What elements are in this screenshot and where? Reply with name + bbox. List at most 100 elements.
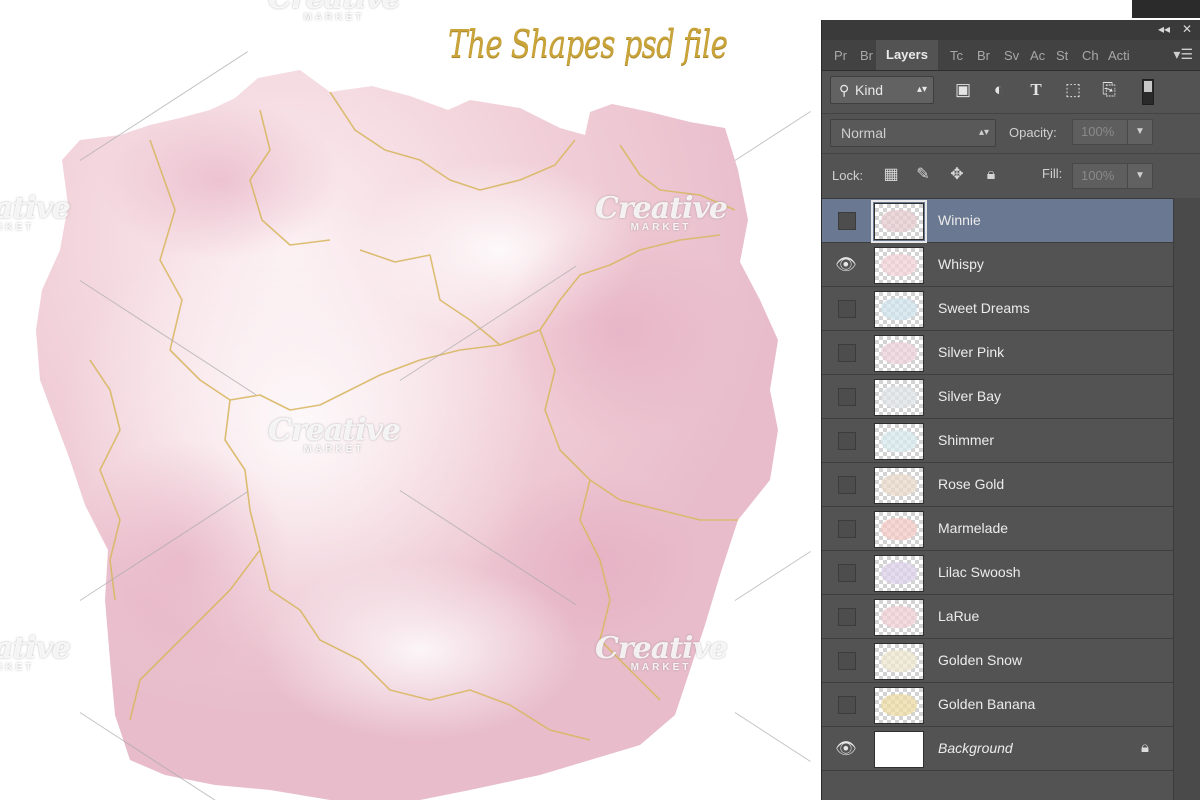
layer-thumbnail[interactable]	[874, 423, 924, 460]
lock-icon: 🔒︎	[1141, 739, 1149, 756]
layer-row[interactable]: Shimmer	[822, 419, 1173, 463]
opacity-input[interactable]: 100%	[1072, 119, 1128, 145]
document-canvas[interactable]: The Shapes psd file Creative MARKET Creat…	[0, 0, 820, 800]
layer-name[interactable]: Lilac Swoosh	[938, 564, 1021, 580]
tab-tool-presets[interactable]: Tc	[950, 48, 963, 63]
document-title-text: The Shapes psd file	[448, 22, 728, 66]
layer-row[interactable]: Lilac Swoosh	[822, 551, 1173, 595]
shape-filter-icon[interactable]: ⬚	[1062, 79, 1084, 101]
lock-label: Lock:	[832, 168, 864, 183]
layer-visibility-toggle[interactable]	[822, 331, 870, 374]
watermark: CreativeMARKET	[268, 0, 401, 23]
layer-name[interactable]: Silver Bay	[938, 388, 1001, 404]
layer-thumbnail[interactable]	[874, 247, 924, 284]
layer-visibility-toggle[interactable]: 👁︎	[822, 727, 870, 770]
tab-layers[interactable]: Layers	[876, 40, 938, 70]
layer-row[interactable]: Rose Gold	[822, 463, 1173, 507]
layer-row[interactable]: Golden Banana	[822, 683, 1173, 727]
tab-brush-presets[interactable]: Br	[977, 48, 990, 63]
blend-row: Normal ▴▾ Opacity: 100% ▼	[822, 113, 1200, 152]
adjustment-filter-icon[interactable]: ◐	[988, 79, 1010, 101]
tab-brushes[interactable]: Br	[860, 48, 873, 63]
layer-thumbnail[interactable]	[874, 291, 924, 328]
close-panel-button[interactable]: ✕	[1182, 22, 1192, 36]
layer-name[interactable]: Winnie	[938, 212, 981, 228]
layer-thumbnail[interactable]	[874, 467, 924, 504]
opacity-dropdown-button[interactable]: ▼	[1127, 119, 1153, 145]
layer-row[interactable]: Sweet Dreams	[822, 287, 1173, 331]
layer-name[interactable]: Whispy	[938, 256, 984, 272]
lock-all-icon[interactable]: 🔒︎	[982, 166, 1000, 184]
layer-thumbnail[interactable]	[874, 599, 924, 636]
layers-scrollbar[interactable]	[1173, 198, 1200, 800]
tab-styles[interactable]: St	[1056, 48, 1068, 63]
visibility-box-icon	[838, 476, 856, 494]
panel-menu-icon[interactable]: ▾☰	[1173, 46, 1193, 63]
layer-visibility-toggle[interactable]	[822, 375, 870, 418]
layer-thumbnail[interactable]	[874, 687, 924, 724]
layer-visibility-toggle[interactable]	[822, 507, 870, 550]
layer-thumbnail[interactable]	[874, 555, 924, 592]
layer-name[interactable]: LaRue	[938, 608, 979, 624]
layer-row[interactable]: LaRue	[822, 595, 1173, 639]
layer-thumbnail[interactable]	[874, 731, 924, 768]
layer-visibility-toggle[interactable]	[822, 639, 870, 682]
layer-name[interactable]: Marmelade	[938, 520, 1008, 536]
thumbnail-art	[881, 298, 917, 320]
layer-visibility-toggle[interactable]	[822, 419, 870, 462]
layer-name[interactable]: Background	[938, 740, 1013, 756]
eye-icon: 👁︎	[835, 255, 857, 274]
layer-row[interactable]: Silver Bay	[822, 375, 1173, 419]
layer-name[interactable]: Golden Snow	[938, 652, 1022, 668]
layer-visibility-toggle[interactable]	[822, 551, 870, 594]
tab-actions[interactable]: Ac	[1030, 48, 1045, 63]
layer-visibility-toggle[interactable]	[822, 683, 870, 726]
thumbnail-art	[881, 430, 917, 452]
layer-name[interactable]: Shimmer	[938, 432, 994, 448]
fill-input[interactable]: 100%	[1072, 163, 1128, 189]
tab-channels[interactable]: Ch	[1082, 48, 1099, 63]
layer-row[interactable]: 👁︎ Whispy	[822, 243, 1173, 287]
eye-icon: 👁︎	[835, 739, 857, 758]
layer-visibility-toggle[interactable]	[822, 199, 870, 242]
layer-row[interactable]: Marmelade	[822, 507, 1173, 551]
lock-position-icon[interactable]: ✥	[948, 166, 966, 184]
layer-name[interactable]: Sweet Dreams	[938, 300, 1030, 316]
tab-swatches[interactable]: Sv	[1004, 48, 1019, 63]
stepper-arrows-icon: ▴▾	[916, 84, 927, 95]
layer-visibility-toggle[interactable]	[822, 463, 870, 506]
type-filter-icon[interactable]: T	[1025, 79, 1047, 101]
tab-properties[interactable]: Pr	[834, 48, 847, 63]
layer-visibility-toggle[interactable]	[822, 595, 870, 638]
fill-dropdown-button[interactable]: ▼	[1127, 163, 1153, 189]
layer-row[interactable]: Golden Snow	[822, 639, 1173, 683]
layer-name[interactable]: Rose Gold	[938, 476, 1004, 492]
visibility-box-icon	[838, 300, 856, 318]
search-icon: ⚲	[839, 82, 850, 98]
layer-thumbnail[interactable]	[874, 335, 924, 372]
layer-visibility-toggle[interactable]: 👁︎	[822, 243, 870, 286]
layer-name[interactable]: Silver Pink	[938, 344, 1004, 360]
image-filter-icon[interactable]: ▣	[952, 79, 974, 101]
thumbnail-art	[881, 562, 917, 584]
lock-transparent-icon[interactable]: ▦	[882, 166, 900, 184]
layer-thumbnail[interactable]	[874, 511, 924, 548]
blend-mode-select[interactable]: Normal ▴▾	[830, 119, 996, 147]
collapse-panel-button[interactable]: ◂◂	[1158, 22, 1170, 36]
panel-titlebar: ◂◂ ✕	[822, 20, 1200, 40]
layer-thumbnail[interactable]	[871, 200, 927, 243]
layer-thumbnail[interactable]	[874, 643, 924, 680]
panel-tabs: Pr Br Layers Tc Br Sv Ac St Ch Acti ▾☰	[822, 40, 1200, 71]
layer-name[interactable]: Golden Banana	[938, 696, 1035, 712]
tab-actions-2[interactable]: Acti	[1108, 48, 1130, 63]
filter-toggle-switch[interactable]	[1142, 79, 1154, 105]
filter-row: ⚲ Kind ▴▾ ▣ ◐ T ⬚ ⎘	[822, 71, 1200, 111]
smart-object-filter-icon[interactable]: ⎘	[1098, 79, 1120, 101]
filter-kind-select[interactable]: ⚲ Kind ▴▾	[830, 76, 934, 104]
lock-pixels-icon[interactable]: ✎	[914, 166, 932, 184]
layer-row[interactable]: Winnie	[822, 199, 1173, 243]
layer-thumbnail[interactable]	[874, 379, 924, 416]
layer-row[interactable]: 👁︎ Background 🔒︎	[822, 727, 1173, 771]
layer-visibility-toggle[interactable]	[822, 287, 870, 330]
layer-row[interactable]: Silver Pink	[822, 331, 1173, 375]
